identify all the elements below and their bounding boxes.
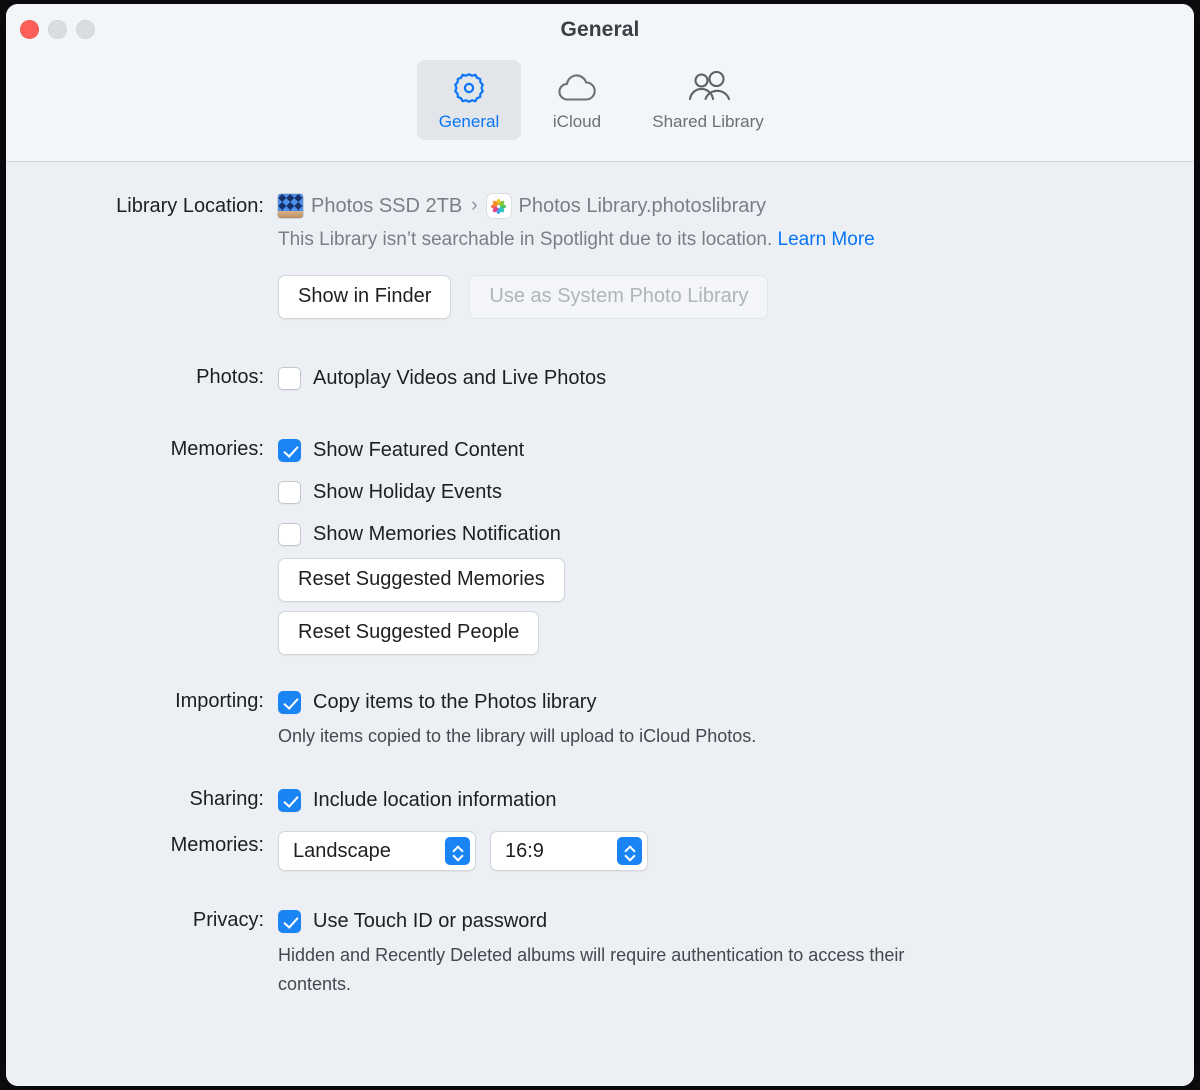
- show-memories-notification-checkbox-row[interactable]: Show Memories Notification: [278, 519, 1194, 549]
- tab-shared-library[interactable]: Shared Library: [633, 60, 783, 140]
- show-holiday-events-label: Show Holiday Events: [313, 481, 502, 503]
- learn-more-link[interactable]: Learn More: [778, 229, 875, 250]
- touch-id-checkbox-row[interactable]: Use Touch ID or password: [278, 906, 1194, 936]
- reset-suggested-memories-button[interactable]: Reset Suggested Memories: [278, 558, 565, 602]
- show-in-finder-button[interactable]: Show in Finder: [278, 275, 452, 319]
- privacy-note: Hidden and Recently Deleted albums will …: [278, 945, 905, 994]
- show-featured-content-checkbox[interactable]: [278, 438, 301, 462]
- library-volume-name: Photos SSD 2TB: [311, 195, 463, 217]
- include-location-label: Include location information: [313, 789, 557, 811]
- sharing-memories-controls: Landscape 16:9: [278, 831, 1194, 871]
- chevron-up-down-icon[interactable]: [445, 837, 470, 865]
- copy-items-label: Copy items to the Photos library: [313, 691, 597, 713]
- library-location-label: Library Location:: [116, 195, 264, 217]
- tab-icloud[interactable]: iCloud: [525, 60, 629, 140]
- external-drive-icon: [278, 194, 303, 218]
- copy-items-checkbox[interactable]: [278, 690, 301, 714]
- cloud-icon: [556, 69, 598, 107]
- memories-aspect-ratio-value: 16:9: [505, 839, 544, 862]
- photos-label: Photos:: [196, 366, 264, 388]
- library-buttons: Show in Finder Use as System Photo Libra…: [278, 275, 1194, 319]
- window-title: General: [560, 18, 640, 41]
- touch-id-label: Use Touch ID or password: [313, 910, 548, 932]
- sharing-row: Sharing: Include location information: [6, 785, 1194, 815]
- window-toolbar: General General iCloud Shared Library: [6, 4, 1194, 162]
- path-separator-icon: ›: [471, 195, 478, 216]
- library-location-row: Library Location: Photos SSD 2TB › Photo…: [6, 192, 1194, 319]
- sharing-memories-row: Memories: Landscape 16:9: [6, 831, 1194, 871]
- copy-items-checkbox-row[interactable]: Copy items to the Photos library: [278, 687, 1194, 717]
- autoplay-videos-label: Autoplay Videos and Live Photos: [313, 367, 607, 389]
- show-featured-content-label: Show Featured Content: [313, 439, 525, 461]
- tab-general-label: General: [438, 112, 500, 131]
- sharing-memories-label: Memories:: [170, 834, 264, 856]
- show-holiday-events-checkbox-row[interactable]: Show Holiday Events: [278, 477, 1194, 507]
- memories-label: Memories:: [170, 438, 264, 460]
- preferences-content: Library Location: Photos SSD 2TB › Photo…: [6, 162, 1194, 1086]
- include-location-checkbox[interactable]: [278, 788, 301, 812]
- tab-shared-library-label: Shared Library: [652, 112, 764, 131]
- privacy-row: Privacy: Use Touch ID or password Hidden…: [6, 906, 1194, 999]
- show-holiday-events-checkbox[interactable]: [278, 480, 301, 504]
- memories-row: Memories: Show Featured Content Show Hol…: [6, 435, 1194, 655]
- tab-general[interactable]: General: [417, 60, 521, 140]
- show-memories-notification-checkbox[interactable]: [278, 522, 301, 546]
- autoplay-videos-checkbox-row[interactable]: Autoplay Videos and Live Photos: [278, 363, 1194, 393]
- library-file-name: Photos Library.photoslibrary: [518, 195, 767, 217]
- photos-row: Photos: Autoplay Videos and Live Photos: [6, 363, 1194, 393]
- people-icon: [685, 69, 731, 107]
- memories-aspect-ratio-popup[interactable]: 16:9: [490, 831, 648, 871]
- show-featured-content-checkbox-row[interactable]: Show Featured Content: [278, 435, 1194, 465]
- reset-people-button-row: Reset Suggested People: [278, 611, 1194, 655]
- photos-library-icon: [486, 194, 511, 218]
- library-spotlight-note: This Library isn’t searchable in Spotlig…: [278, 225, 1194, 255]
- toolbar-tabs: General iCloud Shared Library: [6, 60, 1194, 140]
- include-location-checkbox-row[interactable]: Include location information: [278, 785, 1194, 815]
- importing-label: Importing:: [175, 690, 264, 712]
- chevron-up-down-icon[interactable]: [617, 837, 642, 865]
- reset-suggested-people-button[interactable]: Reset Suggested People: [278, 611, 540, 655]
- touch-id-checkbox[interactable]: [278, 909, 301, 933]
- library-path[interactable]: Photos SSD 2TB › Photos Library.photosli…: [278, 192, 1194, 220]
- reset-memories-button-row: Reset Suggested Memories: [278, 558, 1194, 602]
- tab-icloud-label: iCloud: [552, 112, 602, 131]
- use-as-system-photo-library-button[interactable]: Use as System Photo Library: [469, 275, 769, 319]
- gear-icon: [451, 69, 487, 107]
- importing-note: Only items copied to the library will up…: [278, 726, 757, 746]
- privacy-label: Privacy:: [192, 909, 264, 931]
- library-spotlight-note-text: This Library isn’t searchable in Spotlig…: [278, 229, 773, 250]
- photos-preferences-window: General General iCloud Shared Library Li…: [6, 4, 1194, 1086]
- memories-orientation-value: Landscape: [293, 839, 391, 862]
- memories-orientation-popup[interactable]: Landscape: [278, 831, 476, 871]
- importing-row: Importing: Copy items to the Photos libr…: [6, 687, 1194, 751]
- show-memories-notification-label: Show Memories Notification: [313, 523, 561, 545]
- autoplay-videos-checkbox[interactable]: [278, 366, 301, 390]
- sharing-label: Sharing:: [189, 788, 265, 810]
